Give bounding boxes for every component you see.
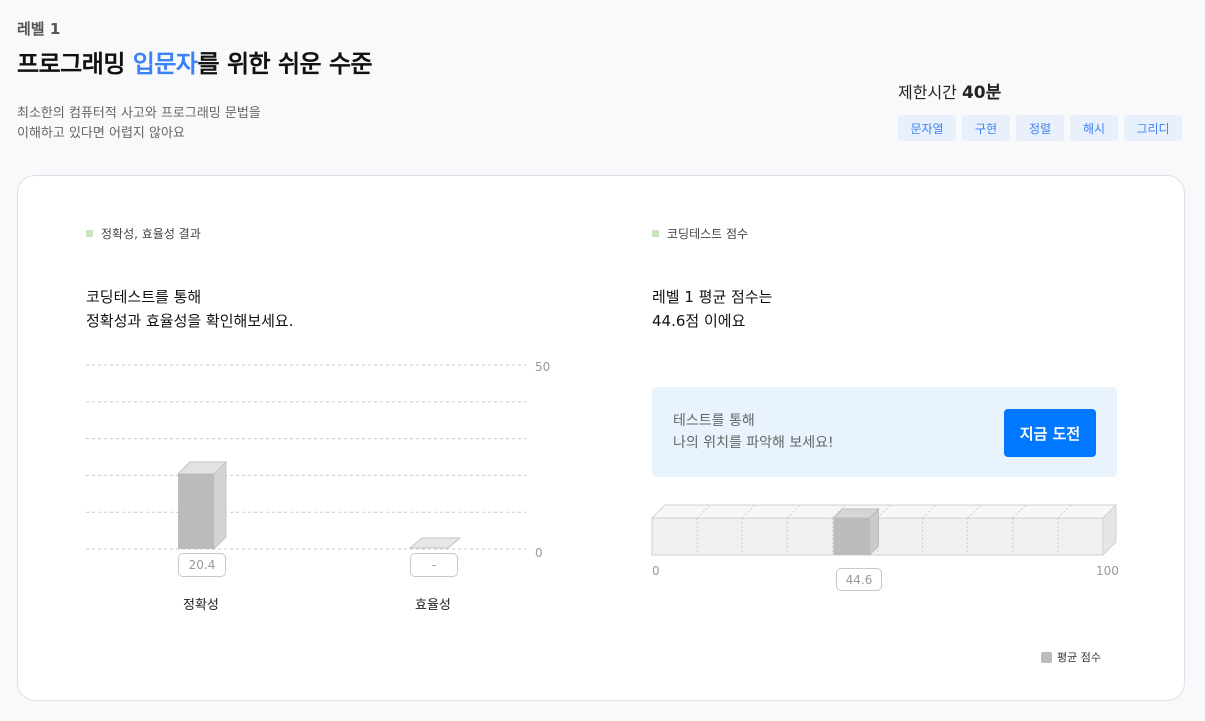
title-pre: 프로그래밍 <box>17 50 133 78</box>
accuracy-label: 정확성 <box>183 598 219 613</box>
legend-average-score: 평균 점수 <box>1057 651 1101 664</box>
time-limit-label: 제한시간 <box>898 83 962 102</box>
efficiency-label: 효율성 <box>415 598 451 613</box>
tag-string[interactable]: 문자열 <box>898 115 956 141</box>
page-title: 프로그래밍 입문자를 위한 쉬운 수준 <box>17 44 373 79</box>
level-description: 최소한의 컴퓨터적 사고와 프로그래밍 문법을 이해하고 있다면 어렵지 않아요 <box>17 104 261 144</box>
desc-line-1: 최소한의 컴퓨터적 사고와 프로그래밍 문법을 <box>17 106 261 121</box>
tag-sort[interactable]: 정렬 <box>1016 115 1064 141</box>
title-accent: 입문자 <box>132 50 198 78</box>
level-label: 레벨 1 <box>17 20 61 38</box>
title-post: 를 위한 쉬운 수준 <box>197 50 373 78</box>
desc-line-2: 이해하고 있다면 어렵지 않아요 <box>17 126 185 141</box>
scale-max-label: 100 <box>1096 564 1119 578</box>
score-track <box>650 503 1118 557</box>
result-card: 정확성, 효율성 결과 코딩테스트를 통해 정확성과 효율성을 확인해보세요. … <box>17 175 1185 701</box>
scale-min-label: 0 <box>652 564 660 578</box>
tag-implementation[interactable]: 구현 <box>962 115 1010 141</box>
score-distribution-chart <box>650 503 1118 557</box>
time-limit: 제한시간 40분 <box>898 78 1001 103</box>
average-score-bar <box>832 507 880 557</box>
tag-greedy[interactable]: 그리디 <box>1124 115 1182 141</box>
tag-hash[interactable]: 해시 <box>1070 115 1118 141</box>
topic-tags: 문자열 구현 정렬 해시 그리디 <box>898 115 1182 141</box>
time-limit-value: 40분 <box>961 83 1002 103</box>
chart-legend: 평균 점수 <box>1041 649 1101 665</box>
avg-bar-front <box>833 518 870 555</box>
average-score-value-box: 44.6 <box>836 568 882 591</box>
legend-swatch <box>1041 651 1052 663</box>
